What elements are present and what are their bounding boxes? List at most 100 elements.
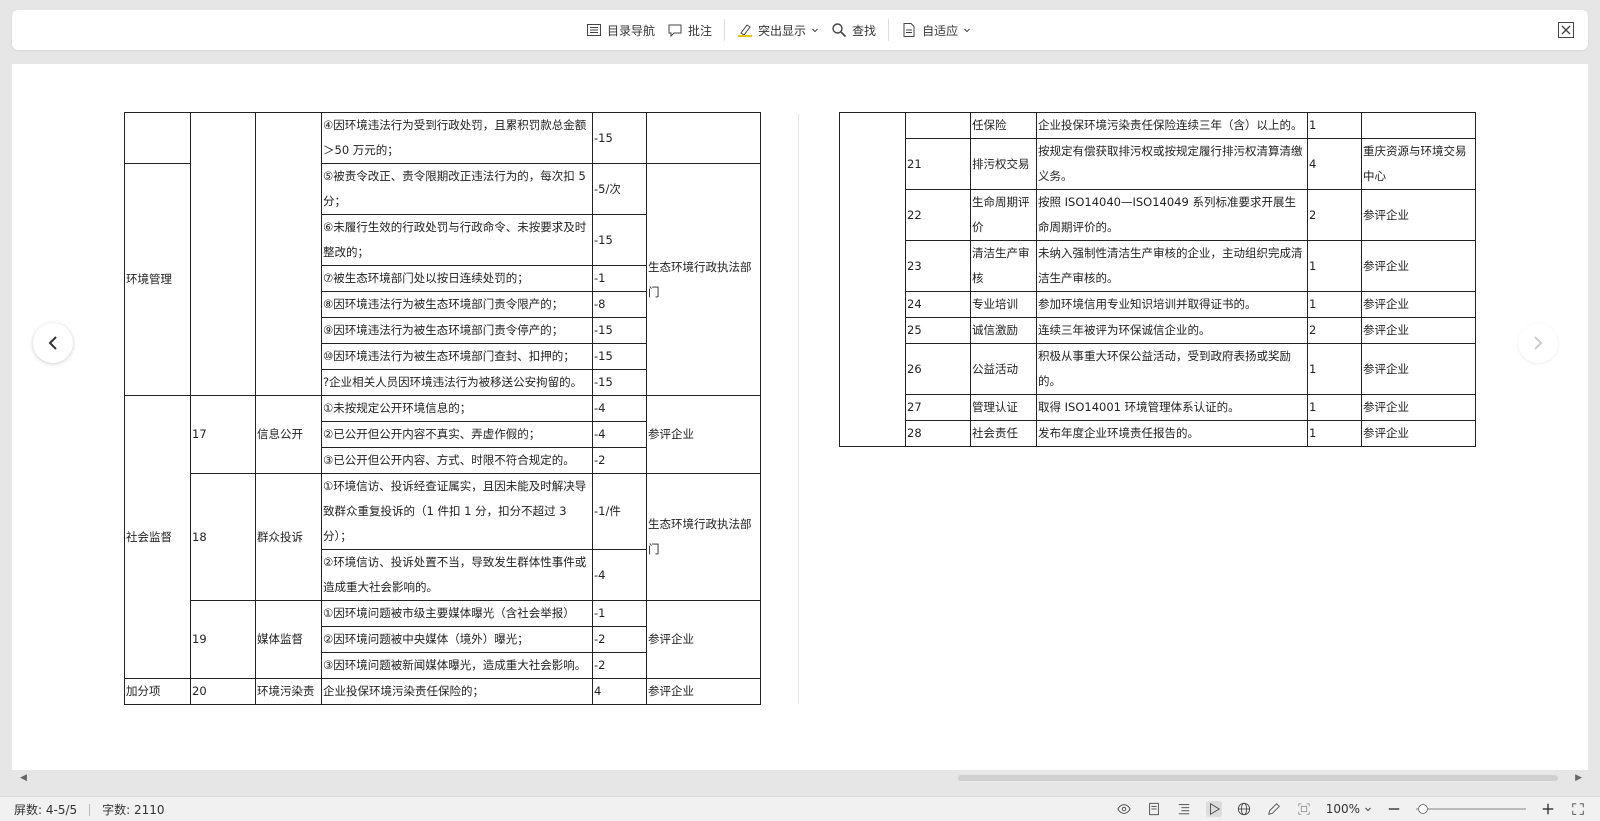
page-view-icon[interactable]: [1146, 801, 1162, 817]
table-cell: -2: [592, 652, 647, 679]
table-cell: ④因环境违法行为受到行政处罚，且累积罚款总金额＞50 万元的；: [321, 112, 593, 164]
table-row: 28 社会责任 发布年度企业环境责任报告的。 1 参评企业: [840, 420, 1476, 447]
table-cell: 4: [1307, 138, 1362, 190]
table-row: ④因环境违法行为受到行政处罚，且累积罚款总金额＞50 万元的； -15: [124, 112, 761, 396]
table-row: 26 公益活动 积极从事重大环保公益活动，受到政府表扬或奖励的。 1 参评企业: [840, 343, 1476, 395]
table-cell: ③已公开但公开内容、方式、时限不符合规定的。: [321, 447, 593, 474]
table-row: 加分项 20 环境污染责 企业投保环境污染责任保险的； 4 参评企业: [124, 678, 761, 705]
table-cell: 参评企业: [646, 678, 761, 705]
scroll-right-icon[interactable]: ▶: [1575, 773, 1582, 783]
zoom-slider-track: [1416, 808, 1526, 810]
close-icon[interactable]: [1558, 22, 1574, 38]
table-cell: ③因环境问题被新闻媒体曝光，造成重大社会影响。: [321, 652, 593, 679]
table-cell: 22: [905, 189, 971, 241]
search-icon: [832, 23, 847, 38]
table-cell: 参评企业: [1361, 317, 1476, 344]
table-cell: -1: [592, 265, 647, 292]
table-cell: 按规定有偿获取排污权或按规定履行排污权清算清缴义务。: [1036, 138, 1308, 190]
table-cell: -1/件: [592, 473, 647, 550]
table-cell: 参评企业: [1361, 189, 1476, 241]
page-icon: [903, 23, 915, 37]
table-cell: 媒体监督: [255, 600, 322, 679]
table-cell: -8: [592, 291, 647, 318]
table-cell: [646, 112, 761, 164]
comment-button[interactable]: 批注: [661, 16, 718, 44]
table-cell: ①因环境问题被市级主要媒体曝光（含社会举报）: [321, 600, 593, 627]
next-page-button[interactable]: [1518, 323, 1558, 363]
word-count: 字数: 2110: [102, 803, 165, 817]
table-cell: 清洁生产审核: [970, 240, 1037, 292]
table-cell: 积极从事重大环保公益活动，受到政府表扬或奖励的。: [1036, 343, 1308, 395]
outline-icon[interactable]: [1176, 801, 1192, 817]
table-cell: 发布年度企业环境责任报告的。: [1036, 420, 1308, 447]
table-cell: 18: [190, 473, 256, 601]
scrollbar-thumb[interactable]: [958, 775, 1558, 781]
table-cell: 加分项: [124, 678, 191, 705]
table-row: 27 管理认证 取得 ISO14001 环境管理体系认证的。 1 参评企业: [840, 394, 1476, 421]
table-cell: 1: [1307, 291, 1362, 318]
table-cell: -15: [592, 112, 647, 164]
status-left: 屏数: 4-5/5 字数: 2110: [14, 801, 165, 818]
table-cell: 取得 ISO14001 环境管理体系认证的。: [1036, 394, 1308, 421]
fit-button[interactable]: 自适应: [895, 16, 977, 44]
chevron-left-icon: [48, 336, 57, 350]
globe-icon[interactable]: [1236, 801, 1252, 817]
table-cell: ?企业相关人员因环境违法行为被移送公安拘留的。: [321, 369, 593, 396]
table-cell: 社会监督: [124, 395, 191, 679]
table-cell: 23: [905, 240, 971, 292]
table-cell: 参评企业: [646, 600, 761, 679]
table-cell: -2: [592, 447, 647, 474]
toc-nav-button[interactable]: 目录导航: [580, 16, 661, 44]
table-cell: ②环境信访、投诉处置不当，导致发生群体性事件或造成重大社会影响的。: [321, 549, 593, 601]
fit-window-icon[interactable]: [1296, 801, 1312, 817]
table-cell: 信息公开: [255, 395, 322, 474]
table-row: 23 清洁生产审核 未纳入强制性清洁生产审核的企业，主动组织完成清洁生产审核的。…: [840, 240, 1476, 292]
horizontal-scrollbar[interactable]: ◀ ▶: [12, 772, 1588, 783]
status-bar: 屏数: 4-5/5 字数: 2110 100%: [0, 796, 1600, 821]
table-cell: 环境污染责: [255, 678, 322, 705]
table-cell: 重庆资源与环境交易中心: [1361, 138, 1476, 190]
table-cell: 生态环境行政执法部门: [646, 163, 761, 396]
play-icon[interactable]: [1205, 801, 1222, 817]
table-cell: 群众投诉: [255, 473, 322, 601]
table-cell: 4: [592, 678, 647, 705]
table-cell: 诚信激励: [970, 317, 1037, 344]
table-cell: ⑧因环境违法行为被生态环境部门责令限产的；: [321, 291, 593, 318]
find-button[interactable]: 查找: [825, 16, 882, 44]
list-icon: [587, 24, 601, 36]
table-cell: -4: [592, 421, 647, 448]
table-cell: [190, 112, 256, 396]
eye-icon[interactable]: [1116, 801, 1132, 817]
table-cell: [905, 112, 971, 139]
zoom-slider-knob[interactable]: [1418, 804, 1428, 814]
pen-icon[interactable]: [1266, 801, 1282, 817]
table-cell: 24: [905, 291, 971, 318]
page-divider: [798, 114, 799, 704]
scroll-left-icon[interactable]: ◀: [20, 773, 27, 783]
table-cell: 参评企业: [1361, 240, 1476, 292]
table-cell: [255, 112, 322, 396]
table-cell: ②已公开但公开内容不真实、弄虚作假的；: [321, 421, 593, 448]
table-cell: 1: [1307, 240, 1362, 292]
table-cell: -5/次: [592, 163, 647, 215]
zoom-out-icon[interactable]: [1386, 801, 1402, 817]
table-cell: 参评企业: [1361, 394, 1476, 421]
table-cell: 1: [1307, 343, 1362, 395]
table-cell: 28: [905, 420, 971, 447]
table-cell: ①未按规定公开环境信息的；: [321, 395, 593, 422]
table-row: 25 诚信激励 连续三年被评为环保诚信企业的。 2 参评企业: [840, 317, 1476, 344]
highlight-button[interactable]: 突出显示: [731, 16, 825, 44]
table-cell: 20: [190, 678, 256, 705]
table-cell: 企业投保环境污染责任保险连续三年（含）以上的。: [1036, 112, 1308, 139]
zoom-slider[interactable]: [1416, 801, 1526, 817]
zoom-in-icon[interactable]: [1540, 801, 1556, 817]
document-view[interactable]: ④因环境违法行为受到行政处罚，且累积罚款总金额＞50 万元的； -15 环境管理…: [12, 64, 1588, 770]
table-cell: ⑥未履行生效的行政处罚与行政命令、未按要求及时整改的；: [321, 214, 593, 266]
prev-page-button[interactable]: [33, 323, 73, 363]
table-cell: 生命周期评价: [970, 189, 1037, 241]
table-cell: 未纳入强制性清洁生产审核的企业，主动组织完成清洁生产审核的。: [1036, 240, 1308, 292]
table-cell: 企业投保环境污染责任保险的；: [321, 678, 593, 705]
fullscreen-icon[interactable]: [1570, 801, 1586, 817]
zoom-select[interactable]: 100%: [1326, 802, 1372, 816]
table-cell: -1: [592, 600, 647, 627]
